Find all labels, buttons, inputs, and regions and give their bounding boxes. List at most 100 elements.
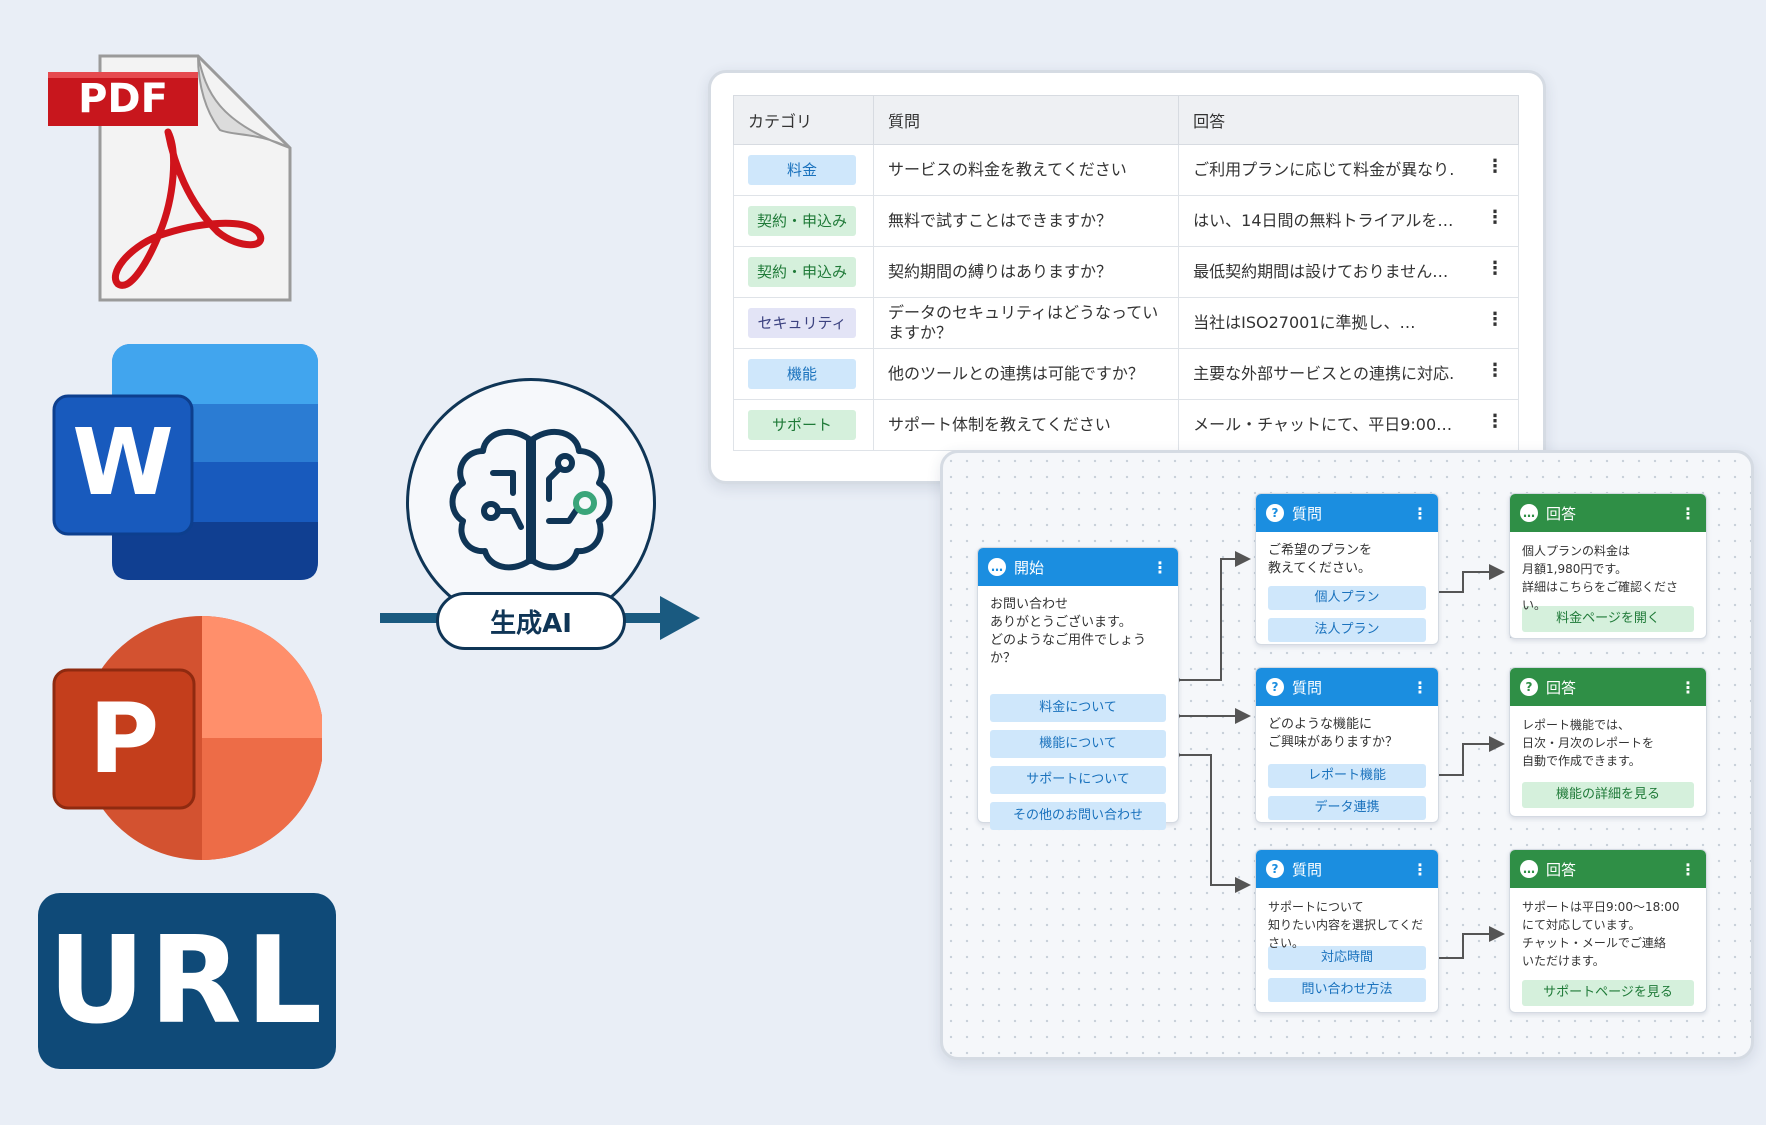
- row-menu-icon[interactable]: ⋮: [1486, 207, 1504, 228]
- answer-link-button[interactable]: サポートページを見る: [1522, 980, 1694, 1006]
- node-menu-icon[interactable]: ⋮: [1412, 860, 1428, 879]
- row-menu-icon[interactable]: ⋮: [1486, 411, 1504, 432]
- answer-cell: はい、14日間の無料トライアルを… ⋮: [1178, 195, 1519, 247]
- question-cell: データのセキュリティはどうなっていますか？: [872, 297, 1180, 349]
- category-badge: 契約・申込み: [748, 257, 856, 287]
- brain-icon: [449, 428, 613, 571]
- node-header: … 回答 ⋮: [1510, 850, 1706, 888]
- pdf-label: PDF: [78, 76, 168, 122]
- answer-text: 当社はISO27001に準拠し、…: [1193, 313, 1416, 332]
- row-menu-icon[interactable]: ⋮: [1486, 258, 1504, 279]
- node-message: サポートは平日9:00〜18:00 にて対応しています。 チャット・メールでご連…: [1522, 900, 1680, 968]
- node-message: レポート機能では、 日次・月次のレポートを 自動で作成できます。: [1522, 718, 1655, 768]
- ai-label-pill: 生成AI: [436, 592, 626, 650]
- node-menu-icon[interactable]: ⋮: [1680, 860, 1696, 879]
- question-icon: ?: [1266, 504, 1284, 522]
- column-header-question: 質問: [872, 95, 1180, 145]
- option-button[interactable]: データ連携: [1268, 796, 1426, 820]
- answer-cell: ご利用プランに応じて料金が異なり… ⋮: [1178, 144, 1519, 196]
- option-button[interactable]: 法人プラン: [1268, 618, 1426, 642]
- chat-icon: …: [1520, 504, 1538, 522]
- flow-canvas-card: … 開始 ⋮ お問い合わせ ありがとうございます。 どのようなご用件でしょうか？…: [940, 450, 1754, 1060]
- node-message: お問い合わせ ありがとうございます。 どのようなご用件でしょうか？: [990, 597, 1147, 666]
- answer-cell: メール・チャットにて、平日9:00… ⋮: [1178, 399, 1519, 451]
- category-badge: 機能: [748, 359, 856, 389]
- powerpoint-file-icon: P: [52, 614, 324, 864]
- table-row[interactable]: サポート サポート体制を教えてください メール・チャットにて、平日9:00… ⋮: [733, 399, 1519, 451]
- answer-cell: 主要な外部サービスとの連携に対応… ⋮: [1178, 348, 1519, 400]
- faq-table-header-row: カテゴリ 質問 回答: [733, 95, 1519, 145]
- node-header: … 回答 ⋮: [1510, 494, 1706, 532]
- question-icon: ?: [1520, 678, 1538, 696]
- option-button[interactable]: 料金について: [990, 694, 1166, 722]
- node-header: ? 質問 ⋮: [1256, 850, 1438, 888]
- ppt-letter: P: [89, 683, 159, 795]
- word-file-icon: W: [52, 344, 322, 584]
- row-menu-icon[interactable]: ⋮: [1486, 156, 1504, 177]
- table-row[interactable]: 契約・申込み 契約期間の縛りはありますか？ 最低契約期間は設けておりません… ⋮: [733, 246, 1519, 298]
- node-menu-icon[interactable]: ⋮: [1412, 678, 1428, 697]
- node-title: 回答: [1546, 504, 1577, 523]
- chat-icon: …: [1520, 860, 1538, 878]
- category-badge: 契約・申込み: [748, 206, 856, 236]
- node-menu-icon[interactable]: ⋮: [1680, 504, 1696, 523]
- option-button[interactable]: 問い合わせ方法: [1268, 978, 1426, 1002]
- option-button[interactable]: 機能について: [990, 730, 1166, 758]
- option-button[interactable]: サポートについて: [990, 766, 1166, 794]
- category-badge: 料金: [748, 155, 856, 185]
- question-cell: 契約期間の縛りはありますか？: [872, 246, 1180, 298]
- table-row[interactable]: 料金 サービスの料金を教えてください ご利用プランに応じて料金が異なり… ⋮: [733, 144, 1519, 196]
- pdf-file-icon: PDF: [48, 52, 296, 304]
- option-button[interactable]: 個人プラン: [1268, 586, 1426, 610]
- row-menu-icon[interactable]: ⋮: [1486, 309, 1504, 330]
- answer-link-button[interactable]: 機能の詳細を見る: [1522, 782, 1694, 808]
- url-label: URL: [47, 911, 327, 1051]
- flow-start-node[interactable]: … 開始 ⋮ お問い合わせ ありがとうございます。 どのようなご用件でしょうか？…: [977, 547, 1179, 830]
- answer-text: 最低契約期間は設けておりません…: [1193, 262, 1449, 281]
- node-title: 質問: [1292, 678, 1323, 697]
- table-row[interactable]: セキュリティ データのセキュリティはどうなっていますか？ 当社はISO27001…: [733, 297, 1519, 349]
- answer-text: ご利用プランに応じて料金が異なり…: [1193, 160, 1454, 179]
- node-title: 回答: [1546, 860, 1577, 879]
- answer-text: はい、14日間の無料トライアルを…: [1193, 211, 1454, 230]
- option-button[interactable]: その他のお問い合わせ: [990, 802, 1166, 830]
- table-row[interactable]: 機能 他のツールとの連携は可能ですか？ 主要な外部サービスとの連携に対応… ⋮: [733, 348, 1519, 400]
- node-message: 個人プランの料金は 月額1,980円です。 詳細はこちらをご確認ください。: [1522, 544, 1679, 612]
- node-header: ? 質問 ⋮: [1256, 668, 1438, 706]
- answer-cell: 当社はISO27001に準拠し、… ⋮: [1178, 297, 1519, 349]
- answer-text: 主要な外部サービスとの連携に対応…: [1193, 364, 1454, 383]
- node-header: ? 回答 ⋮: [1510, 668, 1706, 706]
- flow-answer-node[interactable]: … 回答 ⋮ 個人プランの料金は 月額1,980円です。 詳細はこちらをご確認く…: [1509, 493, 1707, 639]
- node-header: … 開始 ⋮: [978, 548, 1178, 586]
- url-source-tile: URL: [38, 893, 336, 1069]
- node-header: ? 質問 ⋮: [1256, 494, 1438, 532]
- table-row[interactable]: 契約・申込み 無料で試すことはできますか？ はい、14日間の無料トライアルを… ⋮: [733, 195, 1519, 247]
- ai-label: 生成AI: [490, 608, 572, 639]
- question-cell: サービスの料金を教えてください: [872, 144, 1180, 196]
- flow-answer-node[interactable]: ? 回答 ⋮ レポート機能では、 日次・月次のレポートを 自動で作成できます。 …: [1509, 667, 1707, 817]
- node-message: どのような機能に ご興味がありますか？: [1268, 717, 1399, 750]
- row-menu-icon[interactable]: ⋮: [1486, 360, 1504, 381]
- answer-text: メール・チャットにて、平日9:00…: [1193, 415, 1453, 434]
- node-title: 質問: [1292, 860, 1323, 879]
- flow-question-node[interactable]: ? 質問 ⋮ ご希望のプランを 教えてください。 個人プラン 法人プラン: [1255, 493, 1439, 645]
- faq-table: カテゴリ 質問 回答 料金 サービスの料金を教えてください ご利用プランに応じて…: [733, 95, 1519, 451]
- flow-answer-node[interactable]: … 回答 ⋮ サポートは平日9:00〜18:00 にて対応しています。 チャット…: [1509, 849, 1707, 1013]
- word-letter: W: [72, 409, 173, 516]
- flow-question-node[interactable]: ? 質問 ⋮ サポートについて 知りたい内容を選択してください。 対応時間 問い…: [1255, 849, 1439, 1013]
- option-button[interactable]: レポート機能: [1268, 764, 1426, 788]
- answer-cell: 最低契約期間は設けておりません… ⋮: [1178, 246, 1519, 298]
- question-cell: 無料で試すことはできますか？: [872, 195, 1180, 247]
- node-title: 質問: [1292, 504, 1323, 523]
- node-message: ご希望のプランを 教えてください。: [1268, 543, 1373, 576]
- column-header-answer: 回答: [1178, 95, 1519, 145]
- node-menu-icon[interactable]: ⋮: [1412, 504, 1428, 523]
- node-menu-icon[interactable]: ⋮: [1152, 558, 1168, 577]
- flow-question-node[interactable]: ? 質問 ⋮ どのような機能に ご興味がありますか？ レポート機能 データ連携: [1255, 667, 1439, 823]
- node-title: 開始: [1014, 558, 1045, 577]
- column-header-category: カテゴリ: [733, 95, 874, 145]
- answer-link-button[interactable]: 料金ページを開く: [1522, 606, 1694, 632]
- node-title: 回答: [1546, 678, 1577, 697]
- question-icon: ?: [1266, 678, 1284, 696]
- node-menu-icon[interactable]: ⋮: [1680, 678, 1696, 697]
